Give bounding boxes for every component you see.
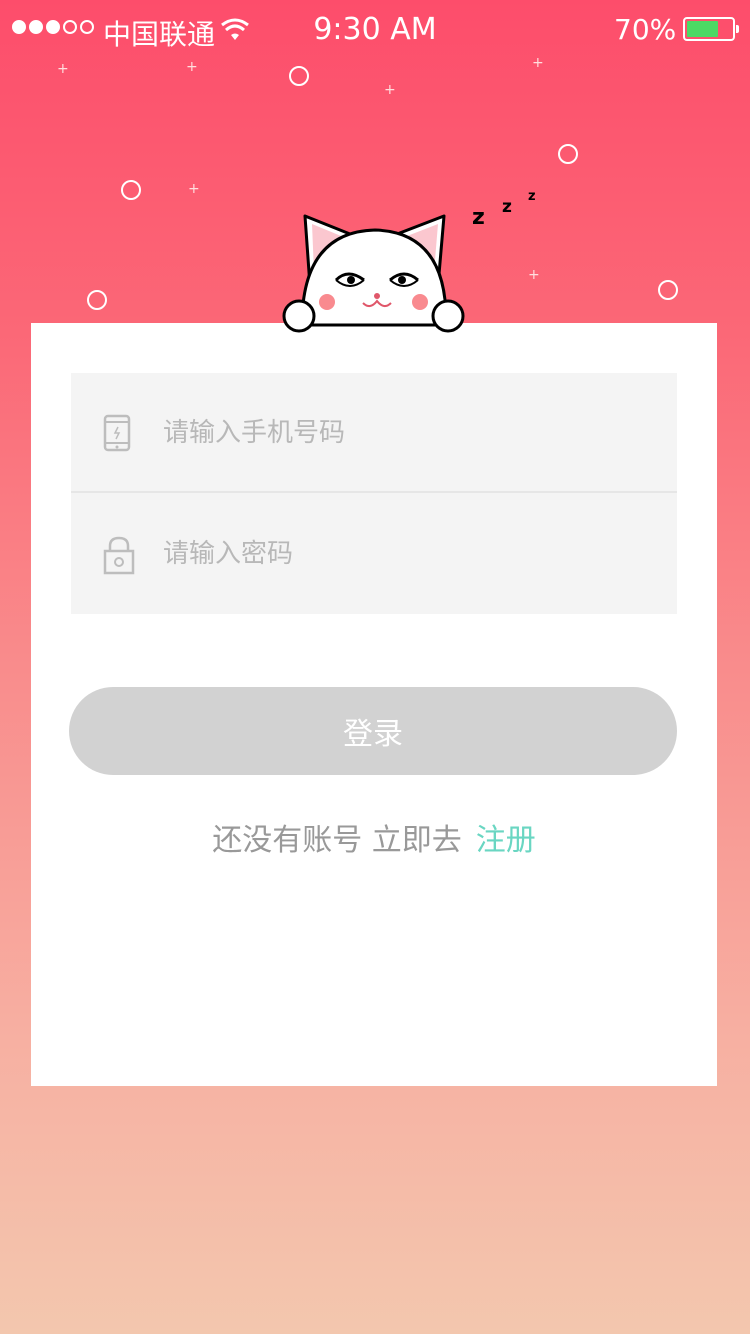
phone-input[interactable] (163, 373, 643, 493)
phone-field (71, 373, 677, 493)
login-button[interactable]: 登录 (69, 687, 677, 775)
no-account-text: 还没有账号 立即去 (212, 823, 462, 858)
login-card: 登录 还没有账号 立即去注册 (31, 323, 717, 1086)
svg-text:z: z (502, 197, 512, 217)
mobile-phone-icon (103, 414, 131, 456)
lock-icon (103, 535, 135, 579)
bubble-decoration (558, 144, 578, 164)
sparkle-decoration: + (384, 82, 396, 98)
bubble-decoration (87, 290, 107, 310)
sleeping-cat-mascot: z z z (270, 180, 550, 344)
sparkle-decoration: + (188, 181, 200, 197)
password-input[interactable] (163, 494, 643, 614)
svg-text:z: z (472, 205, 485, 230)
battery-icon (683, 17, 739, 41)
bubble-decoration (289, 66, 309, 86)
status-bar: 中国联通 9:30 AM 70% (0, 0, 750, 60)
register-link[interactable]: 注册 (476, 823, 536, 858)
credentials-group (71, 373, 677, 614)
battery-percentage: 70% (614, 13, 677, 46)
sparkle-decoration: + (532, 55, 544, 71)
svg-text:z: z (528, 189, 536, 204)
register-prompt: 还没有账号 立即去 注册 (31, 815, 717, 859)
sparkle-decoration: + (186, 59, 198, 75)
bubble-decoration (658, 280, 678, 300)
password-field (71, 494, 677, 614)
bubble-decoration (121, 180, 141, 200)
sparkle-decoration: + (57, 61, 69, 77)
